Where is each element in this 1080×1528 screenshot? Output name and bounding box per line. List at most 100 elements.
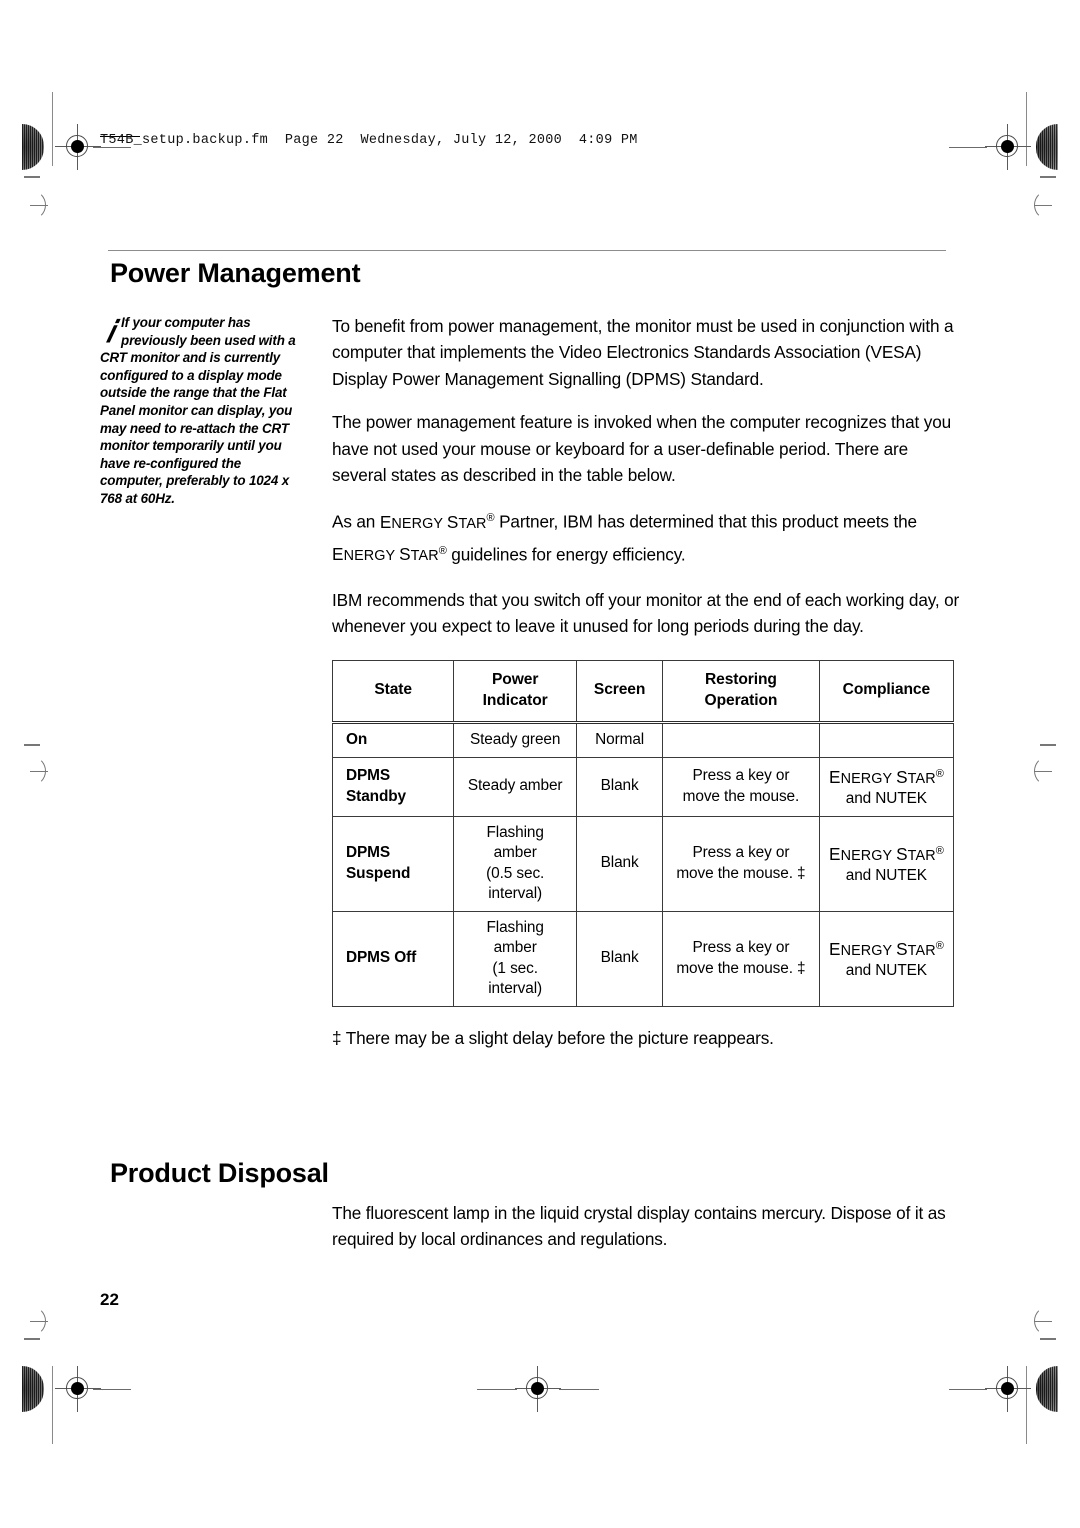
cell-power-line3: (0.5 sec. — [486, 864, 545, 882]
cell-state-line1: DPMS — [346, 844, 391, 862]
cell-state: On — [331, 722, 455, 758]
cell-power-indicator: Flashing amber (0.5 sec. interval) — [453, 815, 578, 912]
cell-compliance-brand: ENERGY STAR — [829, 766, 936, 787]
cell-compliance: ENERGY STAR® and NUTEK — [818, 815, 955, 912]
registration-target-top-right — [985, 124, 1031, 170]
cell-restore-line1: Press a key or — [692, 767, 790, 785]
cell-power-line3: (1 sec. — [492, 959, 538, 977]
cell-power-line1: Flashing — [486, 918, 544, 936]
cell-compliance: ENERGY STAR® and NUTEK — [818, 756, 955, 817]
cell-screen: Blank — [576, 815, 664, 912]
cell-restoring-operation: Press a key or move the mouse. ‡ — [662, 910, 820, 1007]
cell-state-line1: DPMS — [346, 767, 391, 785]
table-row: DPMS Suspend Flashing amber (0.5 sec. in… — [331, 815, 955, 912]
table-footnote: ‡ There may be a slight delay before the… — [332, 1028, 774, 1048]
cell-compliance-line2: and NUTEK — [845, 867, 927, 885]
cell-state-line1: DPMS Off — [346, 949, 417, 967]
energy-star-brand-1: ENERGY STAR — [379, 512, 487, 533]
crop-arc-bar-top-right — [1034, 204, 1052, 206]
energy-star-lead: As an — [332, 512, 380, 533]
paragraph-product-disposal: The fluorescent lamp in the liquid cryst… — [332, 1203, 946, 1250]
paragraph-energy-star: As an ENERGY STAR® Partner, IBM has dete… — [332, 505, 962, 569]
cell-power-line1: Steady amber — [467, 777, 563, 795]
cell-compliance-line2: and NUTEK — [845, 790, 927, 808]
table-row: DPMS Standby Steady amber Blank Press a … — [331, 756, 955, 817]
density-halfmoon-bottom-left — [22, 1366, 44, 1412]
cell-power-line4: interval) — [488, 980, 543, 998]
registration-target-bottom-right — [985, 1366, 1031, 1412]
column-header-state: State — [331, 660, 455, 724]
crop-arc-bar-low-left — [30, 1320, 48, 1322]
info-i-icon: 𝑖 — [106, 314, 115, 349]
info-note: 𝑖 If your computer has previously been us… — [100, 314, 305, 508]
cell-power-line2: amber — [493, 939, 537, 957]
cell-state: DPMS Standby — [331, 756, 455, 817]
registration-arm-bottom-center-left — [477, 1388, 517, 1390]
energy-star-brand-2: ENERGY STAR — [332, 544, 439, 565]
column-header-restore-line1: Restoring — [704, 671, 777, 688]
density-halfmoon-top-left — [22, 124, 44, 170]
registered-mark-icon: ® — [935, 767, 944, 780]
cell-state-line2: Standby — [346, 787, 407, 805]
column-header-screen: Screen — [576, 660, 664, 724]
cell-power-line4: interval) — [488, 885, 543, 903]
column-header-compliance-line1: Compliance — [842, 681, 931, 699]
cell-restore-line2: move the mouse. — [682, 787, 800, 805]
cell-compliance — [818, 722, 955, 758]
section-divider-rule — [108, 250, 946, 252]
cell-power-indicator: Steady green — [453, 722, 578, 758]
cell-screen: Blank — [576, 756, 664, 817]
energy-star-mid: Partner, IBM has determined that this pr… — [494, 512, 917, 533]
cell-compliance-brand: ENERGY STAR — [829, 843, 936, 864]
column-header-power-indicator: Power Indicator — [453, 660, 578, 724]
crop-tick-mid-right — [1040, 744, 1056, 746]
crop-rule-top-left — [52, 92, 54, 166]
column-header-restore-line2: Operation — [704, 691, 778, 709]
cell-restore-line2: move the mouse. ‡ — [676, 959, 806, 977]
cell-state: DPMS Off — [331, 910, 455, 1007]
registration-arm-bottom-left — [93, 1388, 131, 1390]
column-header-restoring-operation: Restoring Operation — [662, 660, 820, 724]
registered-mark-icon-2: ® — [438, 544, 447, 557]
cell-state: DPMS Suspend — [331, 815, 455, 912]
column-header-compliance: Compliance — [818, 660, 955, 724]
registration-target-bottom-center — [515, 1366, 561, 1412]
cell-compliance-brand: ENERGY STAR — [829, 938, 936, 959]
cell-restore-line2: move the mouse. ‡ — [676, 864, 806, 882]
cell-screen: Normal — [576, 722, 664, 758]
paragraph-power-feature: The power management feature is invoked … — [332, 412, 952, 486]
disposal-body-column: The fluorescent lamp in the liquid cryst… — [332, 1200, 962, 1270]
page-title-power-management: Power Management — [110, 258, 361, 288]
cell-power-indicator: Steady amber — [453, 756, 578, 817]
table-row: On Steady green Normal — [331, 722, 955, 758]
density-halfmoon-top-right — [1036, 124, 1058, 170]
cell-power-indicator: Flashing amber (1 sec. interval) — [453, 910, 578, 1007]
cell-screen: Blank — [576, 910, 664, 1007]
power-management-table: State Power Indicator Screen Restoring O… — [331, 660, 955, 1007]
registration-arm-top-right — [949, 146, 987, 148]
column-header-state-line1: State — [374, 681, 412, 699]
page-title-product-disposal: Product Disposal — [110, 1158, 329, 1188]
crop-tick-top-left — [24, 176, 40, 178]
cell-compliance: ENERGY STAR® and NUTEK — [818, 910, 955, 1007]
table-header-row: State Power Indicator Screen Restoring O… — [331, 660, 955, 724]
registration-arm-bottom-right — [949, 1388, 987, 1390]
intro-body-column: To benefit from power management, the mo… — [332, 313, 962, 657]
table-row: DPMS Off Flashing amber (1 sec. interval… — [331, 910, 955, 1007]
info-note-text: If your computer has previously been use… — [100, 315, 296, 506]
registration-arm-bottom-center-right — [559, 1388, 599, 1390]
page-number: 22 — [100, 1290, 119, 1309]
cell-power-line2: amber — [493, 844, 537, 862]
cell-restoring-operation: Press a key or move the mouse. — [662, 756, 820, 817]
paragraph-ibm-recommends: IBM recommends that you switch off your … — [332, 589, 960, 637]
column-header-power-line2: Indicator — [482, 691, 548, 709]
crop-arc-bar-mid-left — [30, 770, 48, 772]
cell-restore-line1: Press a key or — [692, 939, 790, 957]
crop-rule-bottom-left — [52, 1366, 54, 1444]
crop-tick-top-right — [1040, 176, 1056, 178]
density-halfmoon-bottom-right — [1036, 1366, 1058, 1412]
crop-arc-bar-top-left — [30, 204, 48, 206]
registered-mark-icon: ® — [935, 939, 944, 952]
column-header-power-line1: Power — [492, 671, 539, 688]
cell-power-line1: Flashing — [486, 823, 544, 841]
